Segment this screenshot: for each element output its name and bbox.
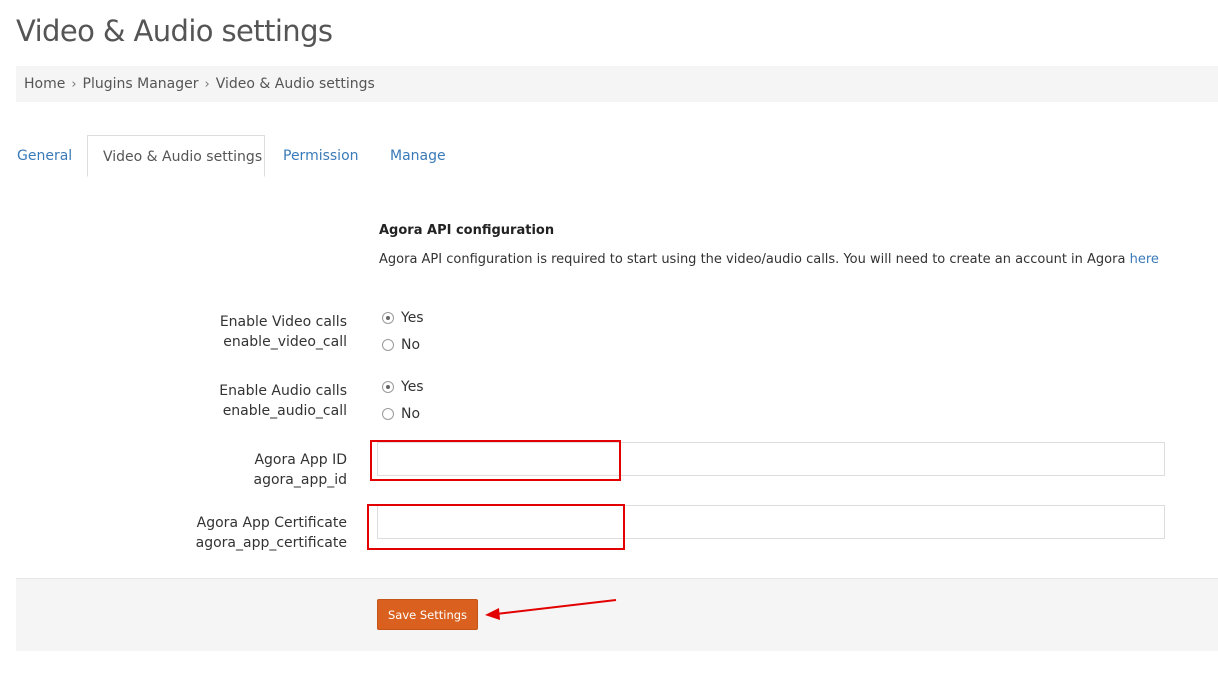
agora-signup-link[interactable]: here — [1130, 252, 1159, 267]
page-title: Video & Audio settings — [16, 14, 333, 48]
agora-app-certificate-label-text: Agora App Certificate — [196, 515, 347, 531]
agora-app-id-label: Agora App ID agora_app_id — [254, 450, 348, 490]
section-title: Agora API configuration — [379, 223, 555, 238]
enable-video-yes-label: Yes — [401, 310, 424, 326]
enable-audio-label: Enable Audio calls enable_audio_call — [219, 381, 347, 421]
agora-app-certificate-label: Agora App Certificate agora_app_certific… — [196, 513, 347, 553]
section-description-text: Agora API configuration is required to s… — [379, 252, 1126, 267]
save-settings-button[interactable]: Save Settings — [377, 599, 478, 630]
section-description: Agora API configuration is required to s… — [379, 252, 1159, 267]
breadcrumb-separator-icon: › — [204, 76, 210, 92]
enable-audio-no-label: No — [401, 406, 421, 422]
enable-audio-no-radio[interactable] — [382, 408, 394, 420]
settings-page: Video & Audio settings Home › Plugins Ma… — [0, 0, 1218, 692]
enable-audio-key: enable_audio_call — [222, 403, 347, 419]
enable-video-label: Enable Video calls enable_video_call — [220, 312, 347, 352]
enable-audio-yes-option[interactable]: Yes — [382, 378, 424, 396]
agora-app-id-key: agora_app_id — [253, 472, 348, 488]
enable-video-no-label: No — [401, 337, 421, 353]
agora-app-certificate-key: agora_app_certificate — [195, 535, 347, 551]
form-footer — [16, 578, 1218, 651]
enable-audio-yes-label: Yes — [401, 379, 424, 395]
agora-app-id-label-text: Agora App ID — [254, 452, 347, 468]
tab-permission[interactable]: Permission — [283, 135, 359, 177]
enable-audio-no-option[interactable]: No — [382, 405, 420, 423]
enable-video-key: enable_video_call — [223, 334, 347, 350]
enable-audio-yes-radio[interactable] — [382, 381, 394, 393]
tab-bar: General Video & Audio settings Permissio… — [0, 135, 1218, 177]
annotation-highlight-box — [367, 504, 625, 550]
breadcrumb: Home › Plugins Manager › Video & Audio s… — [16, 66, 1218, 102]
enable-video-yes-radio[interactable] — [382, 312, 394, 324]
annotation-highlight-box — [370, 440, 621, 481]
enable-video-label-text: Enable Video calls — [219, 314, 347, 330]
enable-video-no-option[interactable]: No — [382, 336, 420, 354]
enable-video-no-radio[interactable] — [382, 339, 394, 351]
tab-manage[interactable]: Manage — [390, 135, 446, 177]
tab-video-audio-settings[interactable]: Video & Audio settings — [87, 135, 265, 177]
enable-audio-label-text: Enable Audio calls — [219, 383, 347, 399]
breadcrumb-separator-icon: › — [71, 76, 77, 92]
breadcrumb-home[interactable]: Home — [24, 76, 65, 92]
tab-general[interactable]: General — [17, 135, 72, 177]
breadcrumb-plugins-manager[interactable]: Plugins Manager — [83, 76, 199, 92]
enable-video-yes-option[interactable]: Yes — [382, 309, 424, 327]
breadcrumb-current: Video & Audio settings — [215, 76, 375, 92]
